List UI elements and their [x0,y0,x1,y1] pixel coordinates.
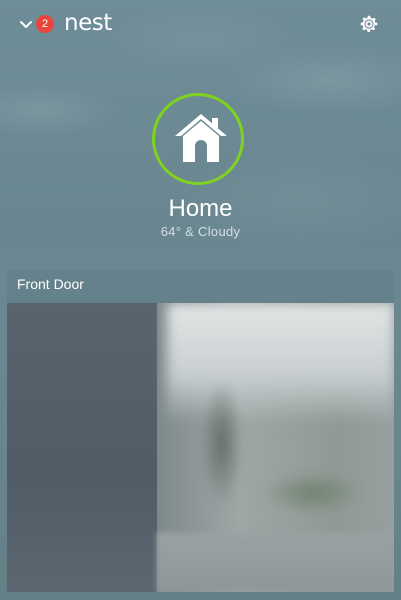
gear-icon[interactable] [358,13,380,35]
camera-feed-ground [157,533,394,592]
camera-card-front-door[interactable]: Front Door [7,270,394,592]
weather-status: 64° & Cloudy [160,224,241,239]
home-title: Home [168,195,233,222]
camera-feed[interactable] [7,303,394,592]
home-icon [175,114,227,162]
notification-badge[interactable]: 2 [36,15,54,33]
top-bar: 2 nest [0,0,401,50]
camera-title: Front Door [17,276,84,292]
camera-feed-hedge [237,453,387,533]
chevron-down-icon[interactable] [19,17,33,31]
home-structure-button[interactable] [152,93,244,185]
camera-feed-wall [7,303,157,592]
nest-logo: nest [64,10,112,36]
